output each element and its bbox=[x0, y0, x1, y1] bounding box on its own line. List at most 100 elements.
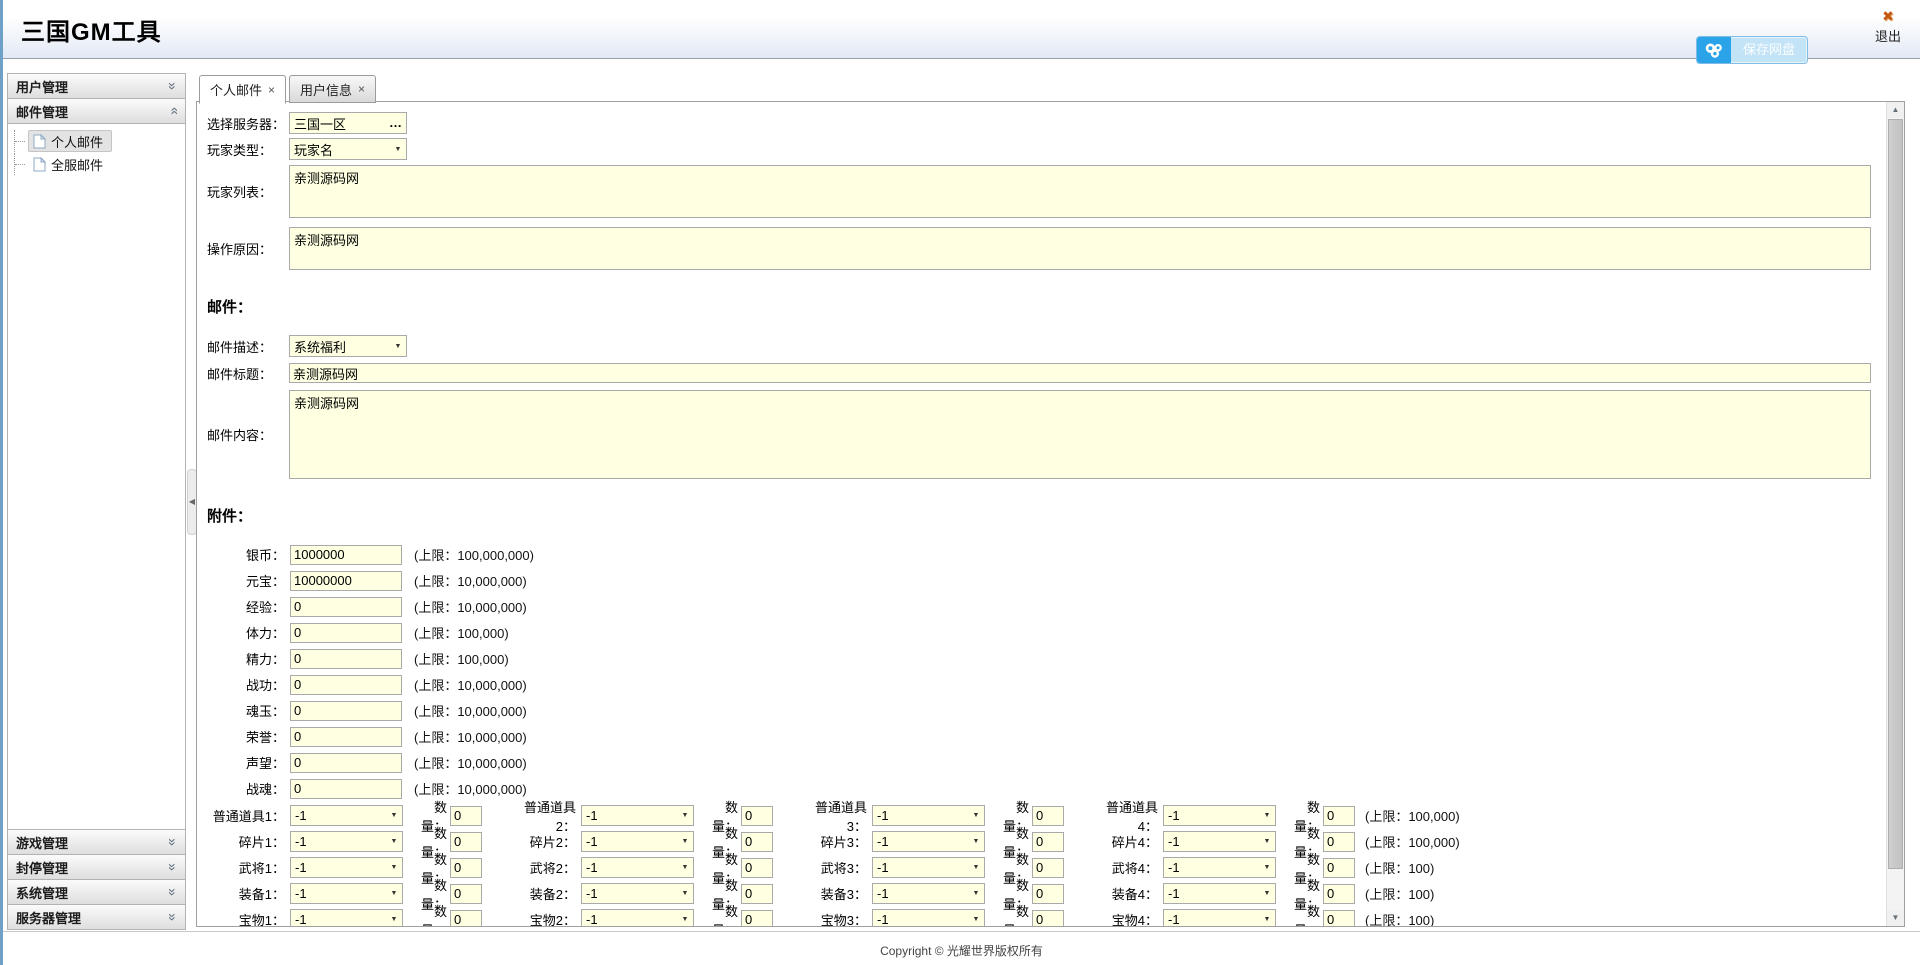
quantity-input[interactable] bbox=[741, 884, 773, 904]
item-select[interactable]: -1▼ bbox=[290, 857, 403, 878]
quantity-input[interactable] bbox=[741, 832, 773, 852]
item-select[interactable]: -1▼ bbox=[290, 909, 403, 926]
quantity-input[interactable] bbox=[741, 806, 773, 826]
player-type-select[interactable]: 玩家名 ▼ bbox=[289, 138, 407, 160]
resource-input[interactable] bbox=[290, 727, 402, 747]
accordion-header[interactable]: 用户管理» bbox=[7, 73, 186, 99]
item-select[interactable]: -1▼ bbox=[290, 805, 403, 826]
expand-icon[interactable]: » bbox=[168, 913, 178, 921]
quantity-input[interactable] bbox=[1323, 806, 1355, 826]
quantity-input[interactable] bbox=[450, 806, 482, 826]
item-select-value: -1 bbox=[1164, 808, 1259, 823]
chevron-down-icon: ▼ bbox=[1259, 838, 1275, 845]
item-select[interactable]: -1▼ bbox=[290, 831, 403, 852]
quantity-input[interactable] bbox=[1032, 910, 1064, 927]
resource-row: 元宝：(上限：10,000,000) bbox=[207, 570, 1875, 591]
resource-input[interactable] bbox=[290, 701, 402, 721]
item-select[interactable]: -1▼ bbox=[581, 857, 694, 878]
resource-input[interactable] bbox=[290, 649, 402, 669]
resource-row: 战魂：(上限：10,000,000) bbox=[207, 778, 1875, 799]
quantity-input[interactable] bbox=[450, 832, 482, 852]
accordion-header[interactable]: 邮件管理» bbox=[7, 98, 186, 124]
accordion-title: 系统管理 bbox=[16, 883, 68, 902]
mail-title-input[interactable] bbox=[289, 363, 1871, 383]
tree-item[interactable]: 全服邮件 bbox=[14, 153, 181, 175]
item-select[interactable]: -1▼ bbox=[1163, 883, 1276, 904]
close-icon[interactable]: ✖ bbox=[1868, 9, 1908, 23]
quantity-input[interactable] bbox=[1323, 858, 1355, 878]
tab-close-icon[interactable]: × bbox=[358, 82, 365, 96]
reason-label: 操作原因： bbox=[207, 239, 289, 258]
resource-input[interactable] bbox=[290, 623, 402, 643]
scroll-down-icon[interactable]: ▼ bbox=[1887, 910, 1904, 926]
item-select[interactable]: -1▼ bbox=[872, 805, 985, 826]
accordion-header[interactable]: 封停管理» bbox=[7, 854, 186, 880]
item-select[interactable]: -1▼ bbox=[581, 883, 694, 904]
netdisk-save-button[interactable]: 保存网盘 bbox=[1696, 36, 1808, 64]
item-select[interactable]: -1▼ bbox=[581, 909, 694, 926]
resource-input[interactable] bbox=[290, 675, 402, 695]
item-select[interactable]: -1▼ bbox=[1163, 831, 1276, 852]
resource-label: 经验： bbox=[207, 597, 285, 616]
quantity-input[interactable] bbox=[450, 858, 482, 878]
resource-limit: (上限：100,000) bbox=[414, 623, 509, 642]
item-select[interactable]: -1▼ bbox=[872, 909, 985, 926]
player-list-input[interactable]: 亲测源码网 bbox=[289, 165, 1871, 218]
resource-input[interactable] bbox=[290, 597, 402, 617]
item-select[interactable]: -1▼ bbox=[1163, 805, 1276, 826]
quantity-input[interactable] bbox=[1323, 884, 1355, 904]
mail-desc-select[interactable]: 系统福利 ▼ bbox=[289, 335, 407, 357]
quantity-input[interactable] bbox=[1032, 806, 1064, 826]
item-select[interactable]: -1▼ bbox=[581, 831, 694, 852]
expand-icon[interactable]: » bbox=[168, 863, 178, 871]
player-type-row: 玩家类型： 玩家名 ▼ bbox=[207, 138, 1875, 160]
reason-input[interactable]: 亲测源码网 bbox=[289, 227, 1871, 270]
resource-row: 荣誉：(上限：10,000,000) bbox=[207, 726, 1875, 747]
quantity-input[interactable] bbox=[450, 910, 482, 927]
scrollbar-thumb[interactable] bbox=[1888, 119, 1903, 869]
quantity-input[interactable] bbox=[1323, 910, 1355, 927]
resource-input[interactable] bbox=[290, 753, 402, 773]
accordion-header[interactable]: 服务器管理» bbox=[7, 904, 186, 930]
expand-icon[interactable]: » bbox=[168, 838, 178, 846]
resource-input[interactable] bbox=[290, 571, 402, 591]
tab-inactive[interactable]: 用户信息× bbox=[289, 75, 376, 103]
accordion-header[interactable]: 系统管理 » bbox=[7, 879, 186, 905]
copyright-text: Copyright © 光耀世界版权所有 bbox=[880, 944, 1043, 958]
item-select[interactable]: -1▼ bbox=[290, 883, 403, 904]
item-select[interactable]: -1▼ bbox=[581, 805, 694, 826]
server-browse-button[interactable]: … bbox=[386, 118, 406, 128]
document-icon bbox=[33, 134, 46, 149]
collapse-icon[interactable]: » bbox=[168, 107, 178, 115]
accordion-body: 个人邮件全服邮件 bbox=[7, 124, 186, 830]
item-select[interactable]: -1▼ bbox=[872, 831, 985, 852]
item-select-value: -1 bbox=[582, 860, 677, 875]
expand-icon[interactable]: » bbox=[168, 888, 178, 896]
tab-close-icon[interactable]: × bbox=[268, 83, 275, 97]
resource-limit: (上限：10,000,000) bbox=[414, 675, 527, 694]
vertical-scrollbar[interactable]: ▲ ▼ bbox=[1886, 102, 1904, 926]
quantity-input[interactable] bbox=[450, 884, 482, 904]
item-select[interactable]: -1▼ bbox=[872, 857, 985, 878]
quantity-input[interactable] bbox=[1032, 884, 1064, 904]
tree-item[interactable]: 个人邮件 bbox=[14, 130, 181, 152]
server-row: 选择服务器： 三国一区 … bbox=[207, 112, 1875, 134]
logout-button[interactable]: ✖ 退出 bbox=[1868, 9, 1908, 45]
expand-icon[interactable]: » bbox=[168, 82, 178, 90]
item-select[interactable]: -1▼ bbox=[1163, 909, 1276, 926]
quantity-input[interactable] bbox=[1323, 832, 1355, 852]
sidebar-splitter[interactable]: ◀ bbox=[187, 74, 195, 927]
server-select[interactable]: 三国一区 … bbox=[289, 112, 407, 134]
item-select[interactable]: -1▼ bbox=[872, 883, 985, 904]
mail-content-input[interactable]: 亲测源码网 bbox=[289, 390, 1871, 479]
item-select[interactable]: -1▼ bbox=[1163, 857, 1276, 878]
quantity-input[interactable] bbox=[741, 858, 773, 878]
resource-input[interactable] bbox=[290, 545, 402, 565]
quantity-input[interactable] bbox=[1032, 858, 1064, 878]
accordion-header[interactable]: 游戏管理» bbox=[7, 829, 186, 855]
tab-active[interactable]: 个人邮件× bbox=[199, 75, 286, 104]
quantity-input[interactable] bbox=[741, 910, 773, 927]
resource-input[interactable] bbox=[290, 779, 402, 799]
scroll-up-icon[interactable]: ▲ bbox=[1887, 102, 1904, 118]
quantity-input[interactable] bbox=[1032, 832, 1064, 852]
